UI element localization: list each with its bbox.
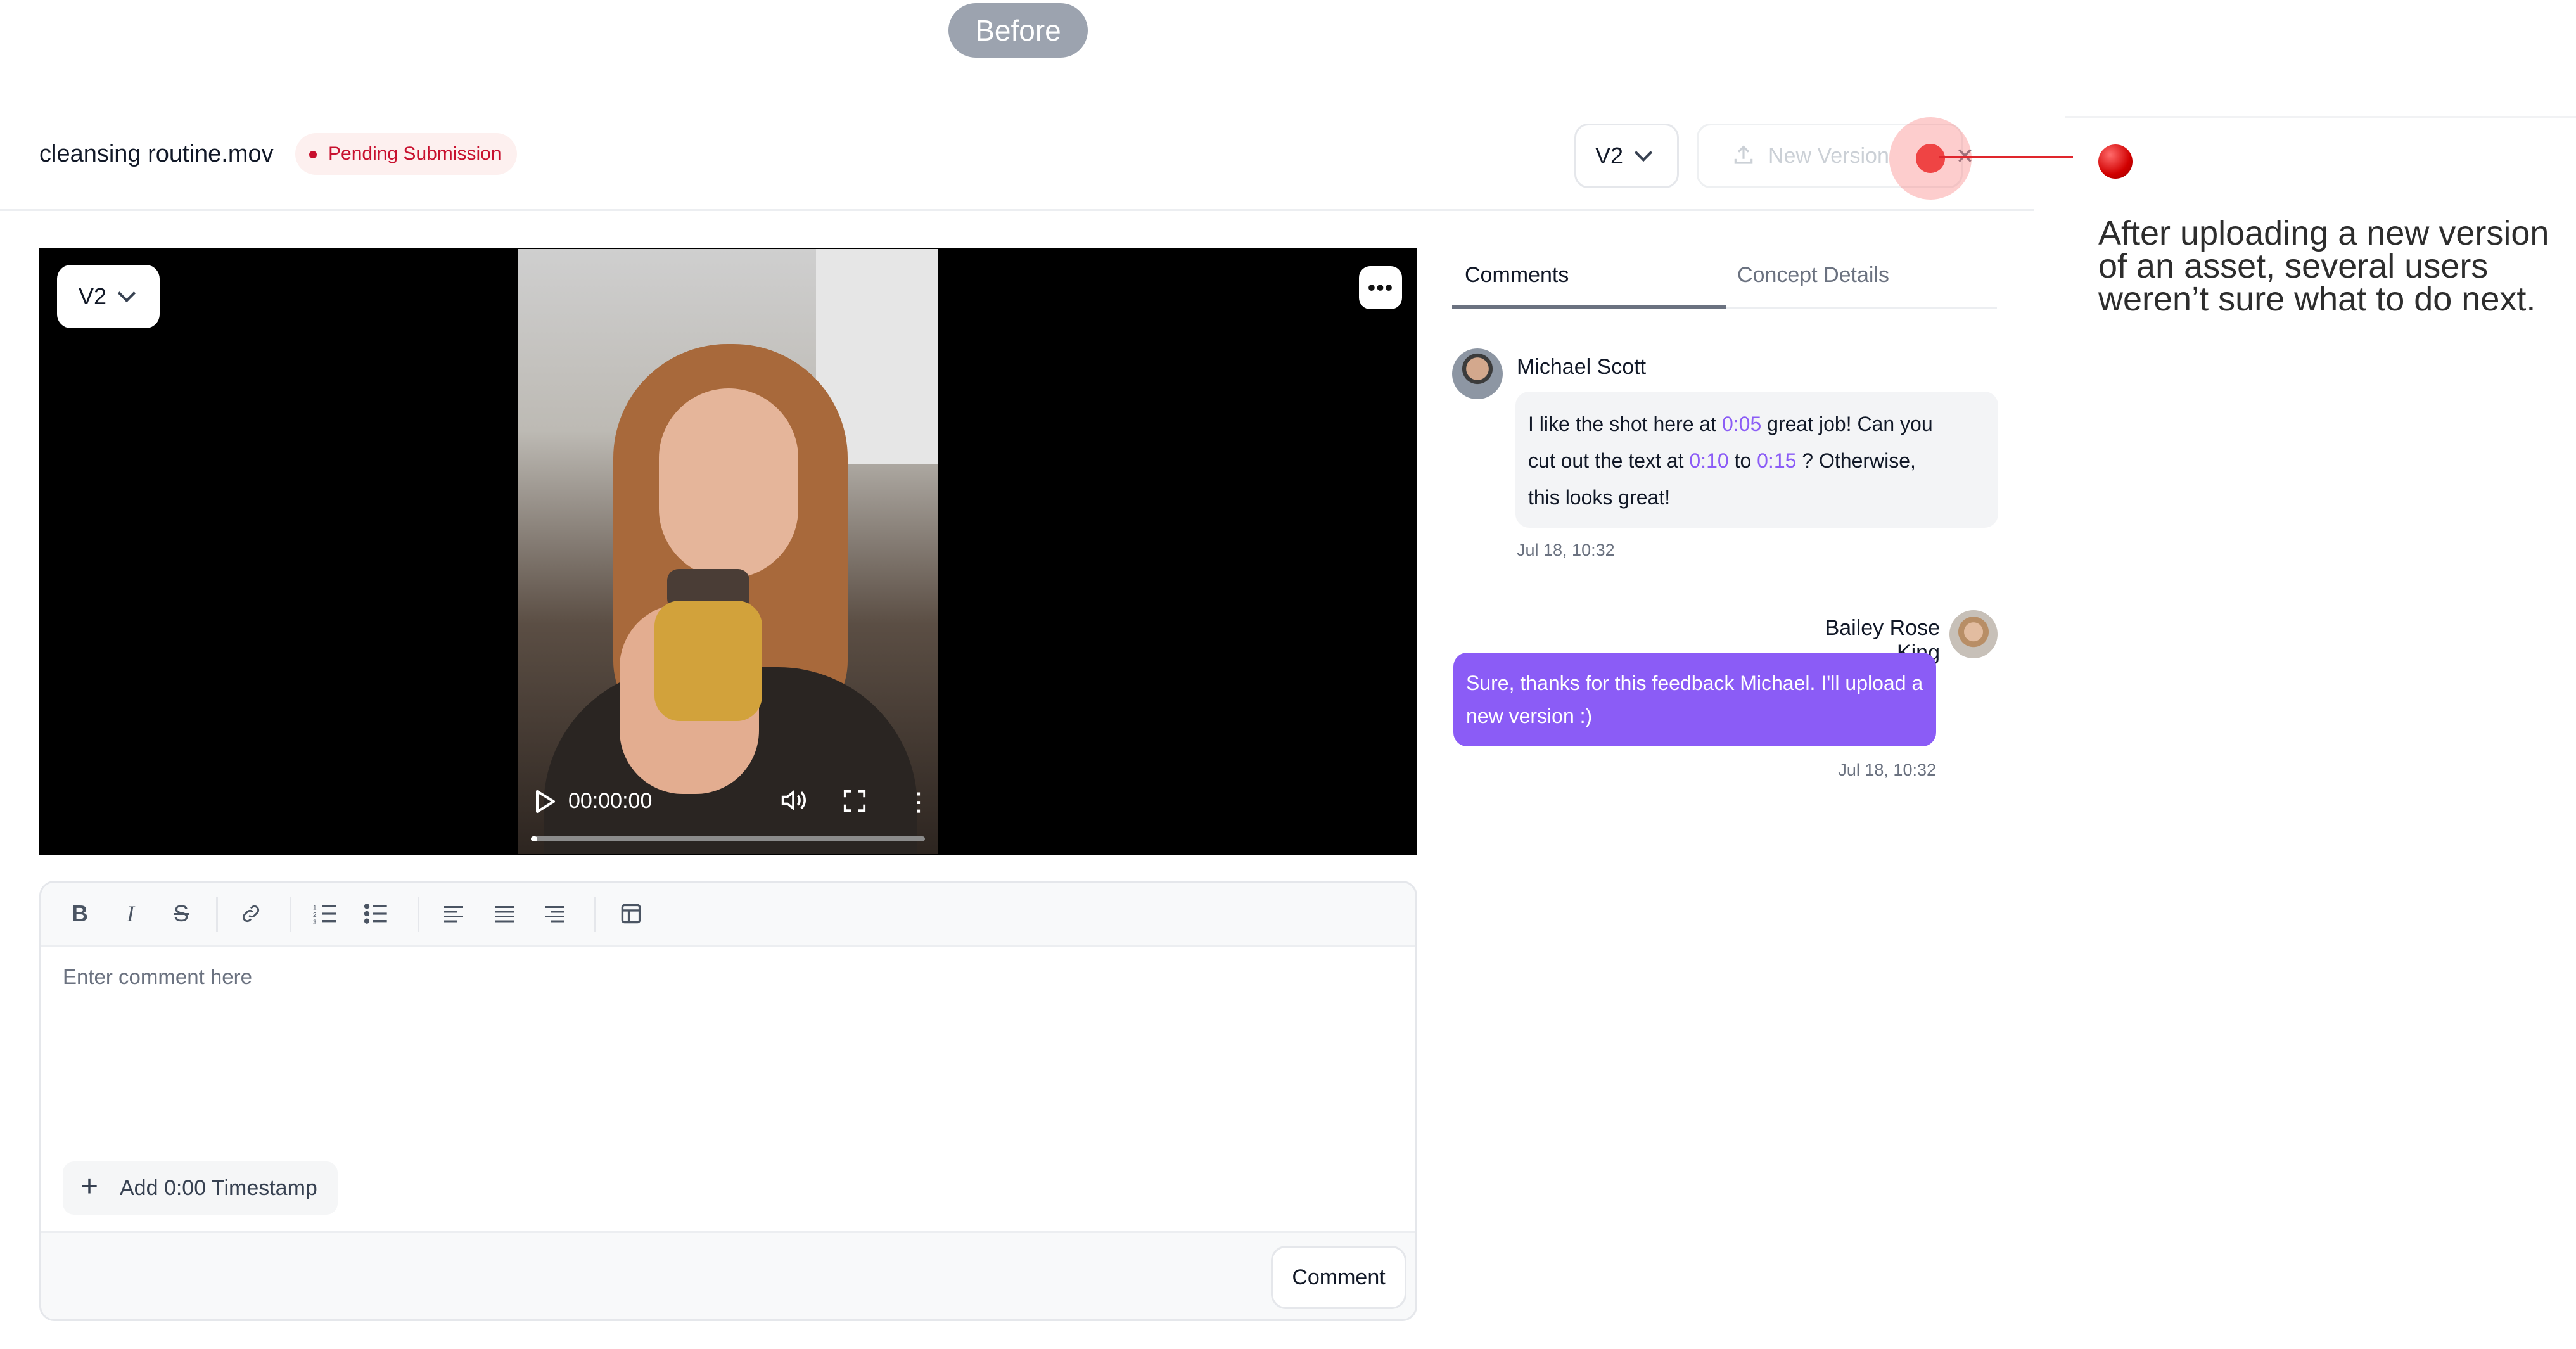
comment-text: I like the shot here at	[1528, 412, 1717, 435]
svg-text:2: 2	[313, 912, 317, 919]
status-badge: Pending Submission	[295, 133, 517, 175]
avatar	[1452, 348, 1503, 399]
timestamp-link[interactable]: 0:15	[1757, 449, 1796, 472]
timestamp-link[interactable]: 0:10	[1689, 449, 1728, 472]
hotspot-callout-line	[1939, 156, 2073, 158]
header-divider	[0, 209, 2034, 211]
video-version-value: V2	[79, 283, 107, 309]
italic-icon[interactable]: I	[115, 898, 146, 930]
status-label: Pending Submission	[328, 143, 502, 164]
bold-icon[interactable]: B	[64, 898, 96, 930]
comment-text: cut out the text at	[1528, 449, 1684, 472]
svg-text:1: 1	[313, 904, 317, 911]
progress-track[interactable]	[531, 836, 925, 841]
comment-date: Jul 18, 10:32	[1838, 760, 1936, 779]
align-right-icon[interactable]	[539, 898, 571, 930]
new-version-label: New Version	[1768, 143, 1889, 168]
comment-author: Michael Scott	[1517, 355, 1647, 379]
ordered-list-icon[interactable]: 123	[310, 898, 341, 930]
chevron-down-icon	[117, 284, 136, 303]
avatar	[1949, 610, 1998, 658]
link-icon[interactable]	[235, 898, 267, 930]
file-title: cleansing routine.mov	[39, 141, 274, 167]
time-readout: 00:00:00	[568, 789, 653, 813]
video-menu-icon[interactable]: ⋮	[906, 788, 931, 817]
comment-submit-button[interactable]: Comment	[1271, 1246, 1406, 1309]
version-select[interactable]: V2	[1574, 124, 1679, 188]
chevron-down-icon	[1634, 143, 1653, 162]
editor-toolbar: B I S 123	[41, 883, 1415, 947]
annotation-note: After uploading a new version of an asse…	[2098, 214, 2549, 318]
comment-text: to	[1734, 449, 1752, 472]
video-version-select[interactable]: V2	[57, 265, 160, 328]
align-center-icon[interactable]	[488, 898, 520, 930]
comment-text: great job! Can you	[1767, 412, 1933, 435]
status-dot-icon	[309, 151, 317, 158]
comment-bubble: Sure, thanks for this feedback Michael. …	[1453, 653, 1936, 746]
comment-editor: B I S 123 Enter comment here + Add 0:00 …	[39, 881, 1417, 1321]
tab-comments[interactable]: Comments	[1465, 263, 1569, 288]
comment-bubble: I like the shot here at 0:05 great job! …	[1515, 392, 1998, 528]
editor-footer: Comment	[41, 1231, 1415, 1319]
annotation-marker-dot	[2098, 144, 2133, 179]
volume-icon[interactable]	[779, 788, 807, 816]
timestamp-link[interactable]: 0:05	[1722, 412, 1761, 435]
tab-concept-details[interactable]: Concept Details	[1737, 263, 1889, 288]
align-left-icon[interactable]	[438, 898, 469, 930]
strikethrough-icon[interactable]: S	[165, 898, 197, 930]
comment-text: ? Otherwise,	[1802, 449, 1916, 472]
bullet-list-icon[interactable]	[360, 898, 392, 930]
annotation-divider	[2065, 116, 2576, 118]
comment-input[interactable]: Enter comment here	[63, 965, 252, 989]
hotspot-dot	[1916, 144, 1945, 173]
fullscreen-icon[interactable]	[843, 789, 867, 816]
play-icon[interactable]	[533, 789, 556, 817]
video-frame	[518, 249, 938, 854]
version-select-value: V2	[1595, 143, 1624, 169]
progress-fill	[531, 836, 537, 841]
plus-icon: +	[80, 1170, 99, 1203]
comment-text: this looks great!	[1528, 486, 1671, 509]
svg-text:3: 3	[313, 919, 317, 924]
active-tab-indicator	[1452, 305, 1726, 309]
table-icon[interactable]	[615, 898, 647, 930]
comment-date: Jul 18, 10:32	[1517, 540, 1615, 559]
add-timestamp-label: Add 0:00 Timestamp	[120, 1175, 317, 1200]
add-timestamp-button[interactable]: + Add 0:00 Timestamp	[63, 1161, 338, 1215]
upload-icon	[1734, 145, 1753, 164]
video-more-button[interactable]: •••	[1359, 266, 1402, 309]
before-label: Before	[948, 3, 1088, 58]
